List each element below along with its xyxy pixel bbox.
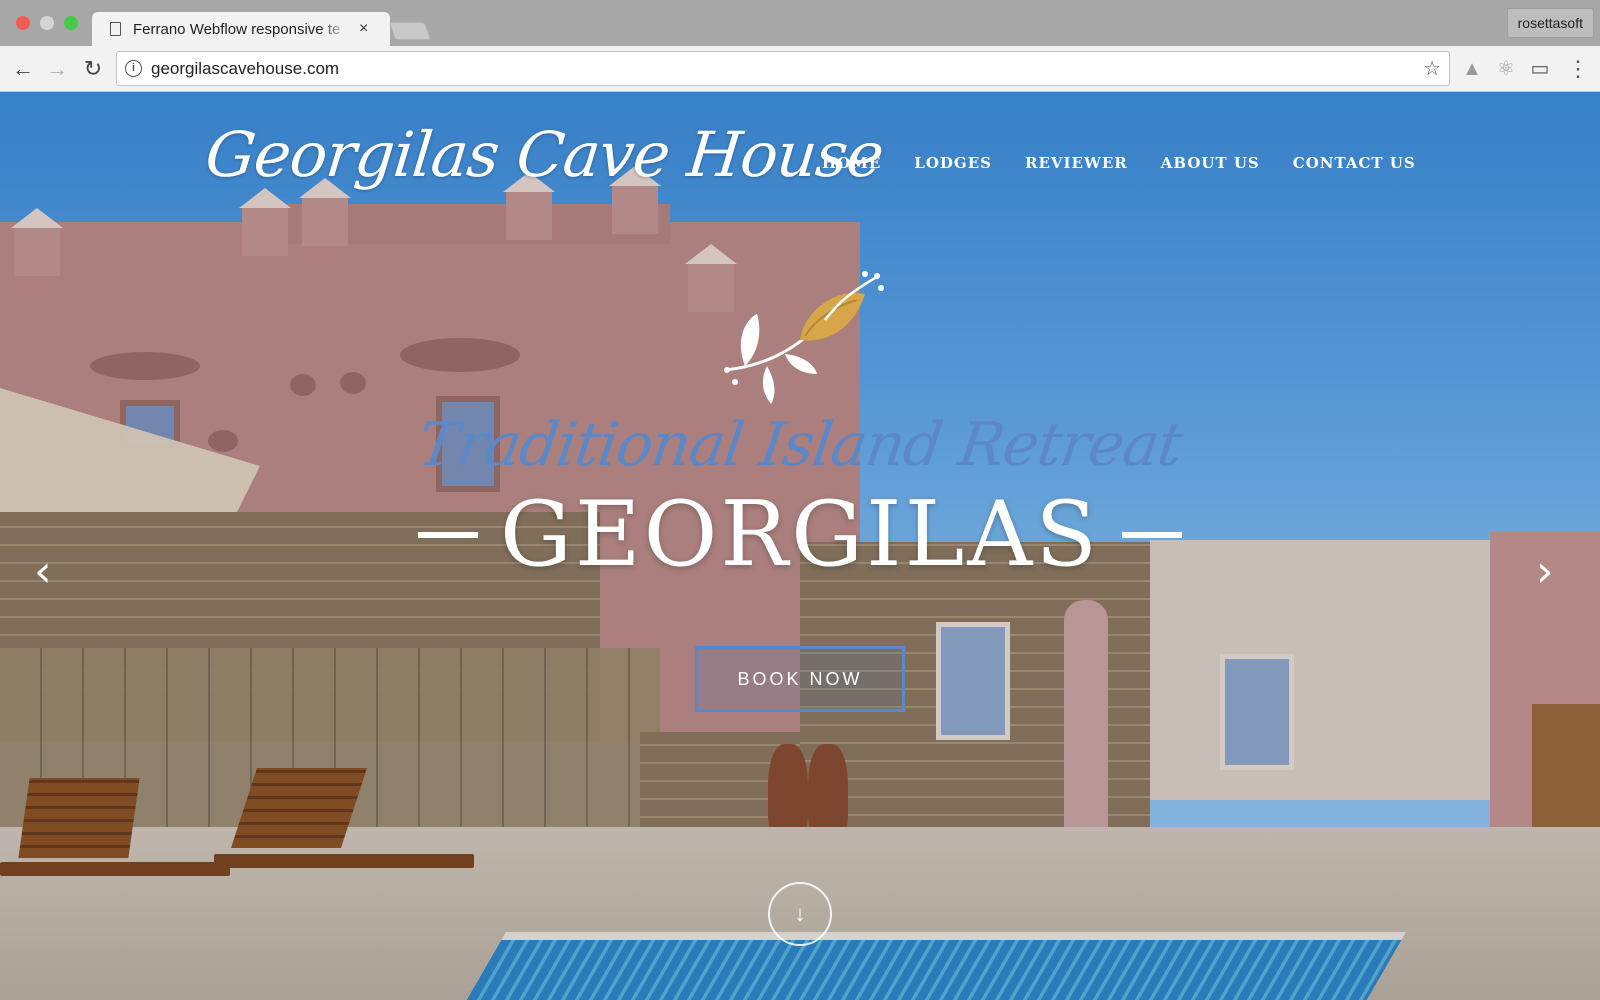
slider-prev-arrow-icon[interactable]: ‹ [34, 550, 52, 594]
forward-icon[interactable]: → [42, 54, 72, 84]
info-icon[interactable]: i [125, 60, 142, 77]
title-dash-left [417, 531, 478, 538]
minimize-window-button[interactable] [40, 16, 54, 30]
maximize-window-button[interactable] [64, 16, 78, 30]
reload-icon[interactable]: ↻ [78, 54, 108, 84]
browser-menu-icon[interactable]: ⋮ [1566, 57, 1590, 81]
browser-tab-active[interactable]: Ferrano Webflow responsive te × [92, 12, 390, 46]
drive-extension-icon[interactable]: ▲ [1460, 57, 1484, 81]
book-now-button[interactable]: BOOK NOW [695, 646, 905, 712]
address-bar[interactable]: i georgilascavehouse.com ☆ [116, 51, 1450, 86]
react-extension-icon[interactable]: ⚛ [1494, 57, 1518, 81]
main-navigation: HOME LODGES REVIEWER ABOUT US CONTACT US [822, 154, 1449, 172]
title-dash-right [1122, 531, 1182, 538]
nav-home[interactable]: HOME [822, 154, 881, 172]
nav-about-us[interactable]: ABOUT US [1161, 154, 1260, 172]
hero-tagline: Traditional Island Retreat [413, 410, 1187, 480]
nav-contact-us[interactable]: CONTACT US [1293, 154, 1416, 172]
profile-button[interactable]: rosettasoft [1506, 8, 1594, 38]
page-viewport: Georgilas Cave House HOME LODGES REVIEWE… [0, 92, 1600, 1000]
olive-branch-ornament-icon [724, 271, 884, 404]
close-window-button[interactable] [16, 16, 30, 30]
hero-title-row: GEORGILAS [0, 482, 1600, 587]
tab-title: Ferrano Webflow responsive te [133, 20, 341, 38]
scroll-down-icon[interactable]: ↓ [768, 882, 832, 946]
new-tab-button[interactable] [388, 22, 432, 40]
hero-title: GEORGILAS [499, 482, 1100, 587]
nav-reviewer[interactable]: REVIEWER [1025, 154, 1128, 172]
nav-lodges[interactable]: LODGES [914, 154, 992, 172]
cast-icon[interactable]: ▭ [1528, 57, 1552, 81]
browser-toolbar: ← → ↻ i georgilascavehouse.com ☆ ▲ ⚛ ▭ ⋮ [0, 46, 1600, 92]
close-tab-icon[interactable]: × [359, 20, 368, 38]
back-icon[interactable]: ← [8, 54, 38, 84]
slider-next-arrow-icon[interactable]: › [1536, 550, 1554, 594]
url-text[interactable]: georgilascavehouse.com [151, 59, 1423, 79]
bookmark-star-icon[interactable]: ☆ [1423, 56, 1441, 81]
document-icon [110, 22, 121, 36]
browser-tabbar: Ferrano Webflow responsive te × rosettas… [0, 0, 1600, 46]
site-logo[interactable]: Georgilas Cave House [202, 118, 886, 191]
